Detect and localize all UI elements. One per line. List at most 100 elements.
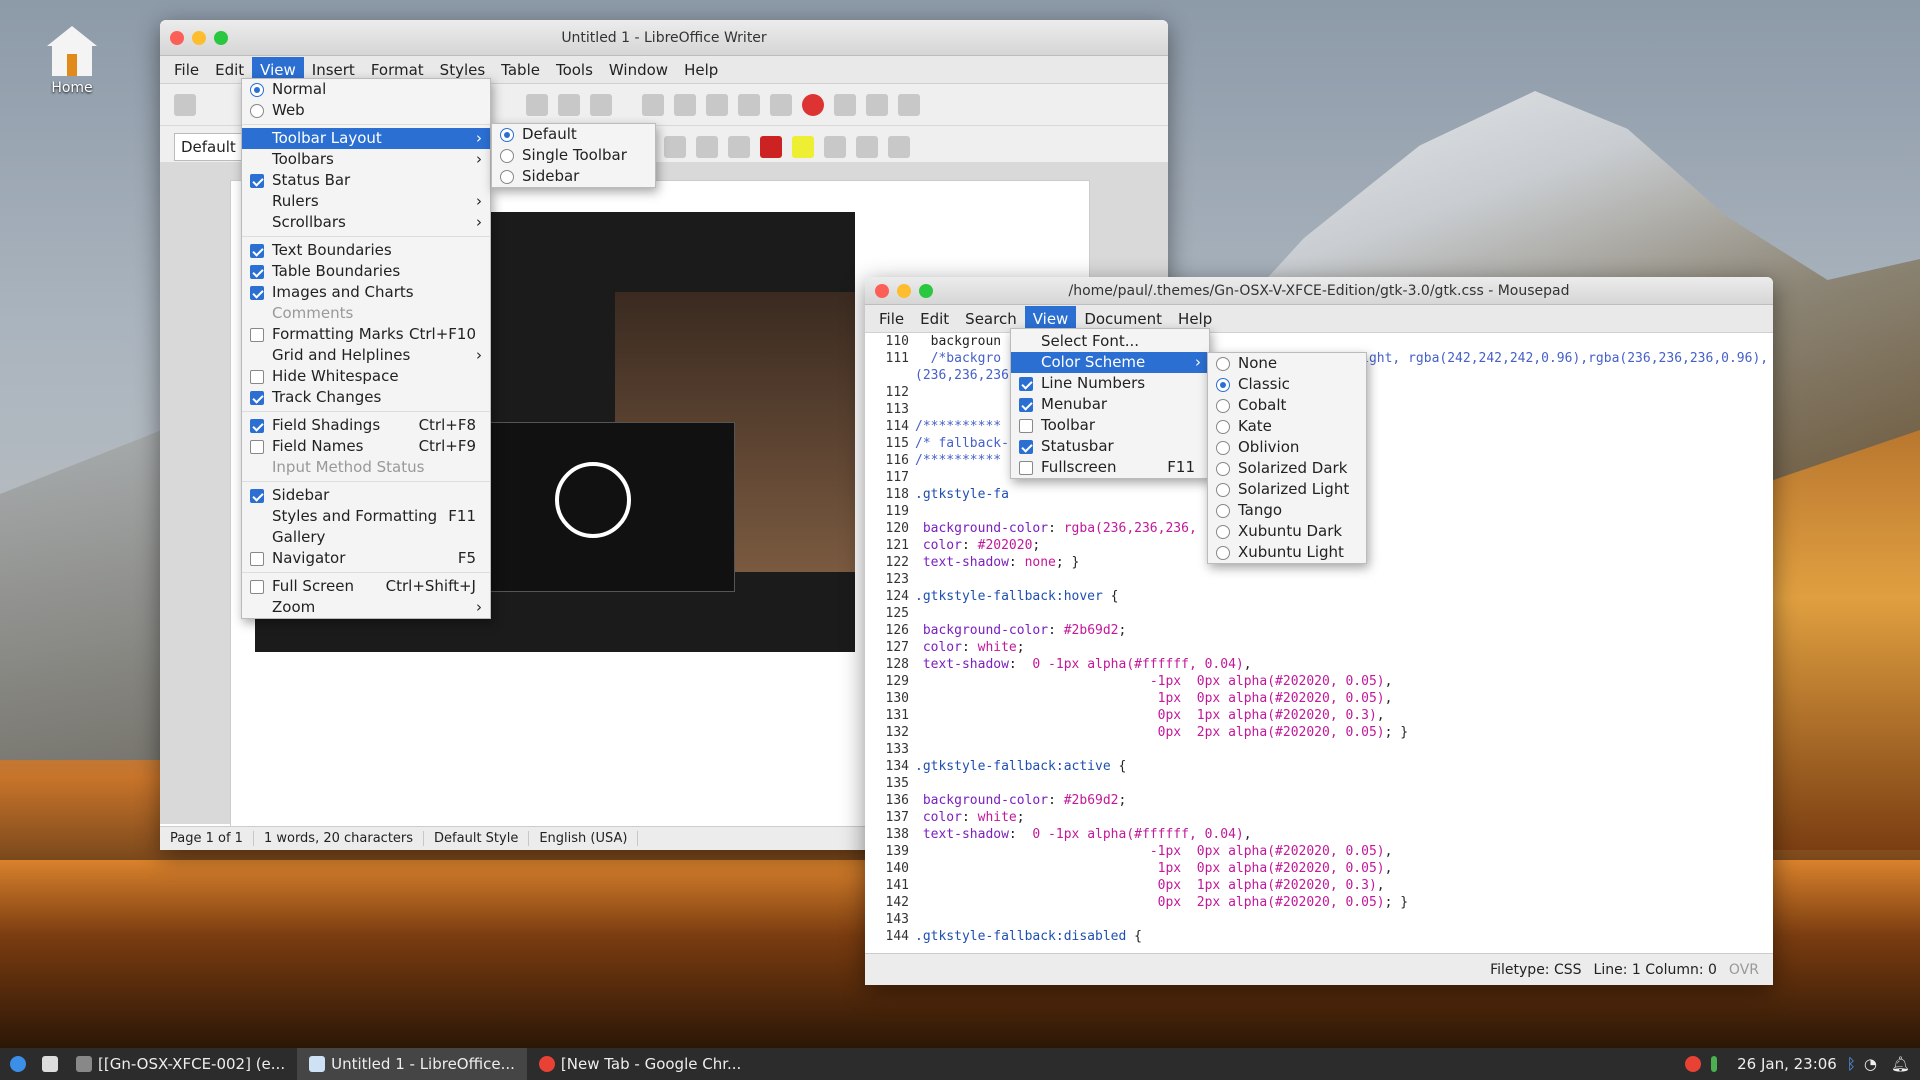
- image-icon[interactable]: [770, 93, 792, 116]
- menu-item-cobalt[interactable]: Cobalt: [1208, 395, 1366, 416]
- menu-item-solarized-light[interactable]: Solarized Light: [1208, 479, 1366, 500]
- menu-item-rulers[interactable]: Rulers ›: [242, 191, 490, 212]
- special-char-icon[interactable]: [898, 93, 920, 116]
- open-icon[interactable]: [526, 93, 548, 116]
- menu-item-status-bar[interactable]: Status Bar: [242, 170, 490, 191]
- menu-item-color-scheme[interactable]: Color Scheme ›: [1011, 352, 1209, 373]
- menu-item-field-shadings[interactable]: Field Shadings Ctrl+F8: [242, 415, 490, 436]
- menu-item-gallery[interactable]: Gallery: [242, 527, 490, 548]
- chart-icon[interactable]: [802, 93, 824, 116]
- menu-table[interactable]: Table: [493, 57, 548, 83]
- pilcrow-icon[interactable]: [706, 93, 728, 116]
- menu-item-toolbars[interactable]: Toolbars ›: [242, 149, 490, 170]
- comment-icon[interactable]: [866, 93, 888, 116]
- menu-item-kate[interactable]: Kate: [1208, 416, 1366, 437]
- bold-icon[interactable]: [664, 135, 686, 158]
- submenu-arrow-icon: ›: [1195, 353, 1201, 371]
- menu-item-styles-and-formatting[interactable]: Styles and Formatting F11: [242, 506, 490, 527]
- numbering-icon[interactable]: [856, 135, 878, 158]
- mousepad-titlebar[interactable]: /home/paul/.themes/Gn-OSX-V-XFCE-Edition…: [865, 277, 1773, 305]
- menu-item-track-changes[interactable]: Track Changes: [242, 387, 490, 408]
- menu-edit[interactable]: Edit: [912, 306, 957, 332]
- menu-file[interactable]: File: [871, 306, 912, 332]
- menu-item-oblivion[interactable]: Oblivion: [1208, 437, 1366, 458]
- menu-item-none[interactable]: None: [1208, 353, 1366, 374]
- menu-help[interactable]: Help: [676, 57, 726, 83]
- menu-item-zoom[interactable]: Zoom ›: [242, 597, 490, 618]
- desktop-icon-home[interactable]: Home: [40, 26, 104, 96]
- menu-item-sidebar[interactable]: Sidebar: [242, 485, 490, 506]
- menu-item-select-font[interactable]: Select Font...: [1011, 331, 1209, 352]
- highlight-icon[interactable]: [792, 135, 814, 158]
- menu-item-normal[interactable]: Normal: [242, 79, 490, 100]
- menu-item-label: Oblivion: [1238, 438, 1300, 456]
- checkbox-icon: [250, 391, 264, 405]
- align-left-icon[interactable]: [888, 135, 910, 158]
- menu-item-hide-whitespace[interactable]: Hide Whitespace: [242, 366, 490, 387]
- menu-item-solarized-dark[interactable]: Solarized Dark: [1208, 458, 1366, 479]
- new-document-icon[interactable]: [174, 93, 196, 116]
- chrome-tray-icon[interactable]: [1685, 1056, 1702, 1072]
- menu-window[interactable]: Window: [601, 57, 676, 83]
- checkbox-icon: [250, 328, 264, 342]
- menu-item-toolbar-layout[interactable]: Toolbar Layout ›: [242, 128, 490, 149]
- bluetooth-icon[interactable]: ᛒ: [1847, 1055, 1856, 1073]
- menu-item-toolbar[interactable]: Toolbar: [1011, 415, 1209, 436]
- menu-item-scrollbars[interactable]: Scrollbars ›: [242, 212, 490, 233]
- table-icon[interactable]: [738, 93, 760, 116]
- menu-item-grid-and-helplines[interactable]: Grid and Helplines ›: [242, 345, 490, 366]
- menu-file[interactable]: File: [166, 57, 207, 83]
- close-button[interactable]: [170, 31, 184, 45]
- menu-item-text-boundaries[interactable]: Text Boundaries: [242, 240, 490, 261]
- maximize-button[interactable]: [214, 31, 228, 45]
- menu-item-label: Zoom: [272, 598, 316, 616]
- minimize-button[interactable]: [897, 284, 911, 298]
- menu-item-fullscreen[interactable]: Fullscreen F11: [1011, 457, 1209, 478]
- spellcheck-icon[interactable]: [642, 93, 664, 116]
- menu-item-full-screen[interactable]: Full Screen Ctrl+Shift+J: [242, 576, 490, 597]
- show-desktop-button[interactable]: [36, 1048, 64, 1080]
- clock[interactable]: 26 Jan, 23:06: [1737, 1055, 1837, 1073]
- textbox-icon[interactable]: [834, 93, 856, 116]
- menu-item-tango[interactable]: Tango: [1208, 500, 1366, 521]
- wifi-icon[interactable]: ◔: [1864, 1055, 1877, 1073]
- task-item-2[interactable]: Untitled 1 - LibreOffice...: [297, 1048, 527, 1080]
- menu-item-xubuntu-dark[interactable]: Xubuntu Dark: [1208, 521, 1366, 542]
- autocorrect-icon[interactable]: [674, 93, 696, 116]
- menu-item-label: Rulers: [272, 192, 319, 210]
- minimize-button[interactable]: [192, 31, 206, 45]
- bullets-icon[interactable]: [824, 135, 846, 158]
- task-item-1[interactable]: [[Gn-OSX-XFCE-002] (e...: [64, 1048, 297, 1080]
- menu-item-web[interactable]: Web: [242, 100, 490, 121]
- start-menu-button[interactable]: [0, 1048, 36, 1080]
- menu-item-formatting-marks[interactable]: Formatting Marks Ctrl+F10: [242, 324, 490, 345]
- menu-item-single-toolbar[interactable]: Single Toolbar: [492, 145, 655, 166]
- notification-icon[interactable]: 🔔︎: [1891, 1055, 1910, 1073]
- maximize-button[interactable]: [919, 284, 933, 298]
- menu-item-default[interactable]: Default: [492, 124, 655, 145]
- menu-item-menubar[interactable]: Menubar: [1011, 394, 1209, 415]
- undo-icon[interactable]: [558, 93, 580, 116]
- strikethrough-icon[interactable]: [728, 135, 750, 158]
- menu-item-line-numbers[interactable]: Line Numbers: [1011, 373, 1209, 394]
- radio-icon: [1216, 525, 1230, 539]
- menu-item-label: Toolbar: [1041, 416, 1096, 434]
- menu-item-xubuntu-light[interactable]: Xubuntu Light: [1208, 542, 1366, 563]
- close-button[interactable]: [875, 284, 889, 298]
- menu-item-sidebar[interactable]: Sidebar: [492, 166, 655, 187]
- menu-item-label: Table Boundaries: [272, 262, 401, 280]
- menu-item-field-names[interactable]: Field Names Ctrl+F9: [242, 436, 490, 457]
- menu-item-classic[interactable]: Classic: [1208, 374, 1366, 395]
- filetype-label[interactable]: Filetype: CSS: [1490, 962, 1581, 978]
- menu-item-images-and-charts[interactable]: Images and Charts: [242, 282, 490, 303]
- italic-icon[interactable]: [696, 135, 718, 158]
- font-color-icon[interactable]: [760, 135, 782, 158]
- menu-item-table-boundaries[interactable]: Table Boundaries: [242, 261, 490, 282]
- battery-icon[interactable]: [1711, 1056, 1718, 1072]
- redo-icon[interactable]: [590, 93, 612, 116]
- menu-tools[interactable]: Tools: [548, 57, 601, 83]
- writer-titlebar[interactable]: Untitled 1 - LibreOffice Writer: [160, 20, 1168, 56]
- menu-item-statusbar[interactable]: Statusbar: [1011, 436, 1209, 457]
- menu-item-navigator[interactable]: Navigator F5: [242, 548, 490, 569]
- task-item-3[interactable]: [New Tab - Google Chr...: [527, 1048, 753, 1080]
